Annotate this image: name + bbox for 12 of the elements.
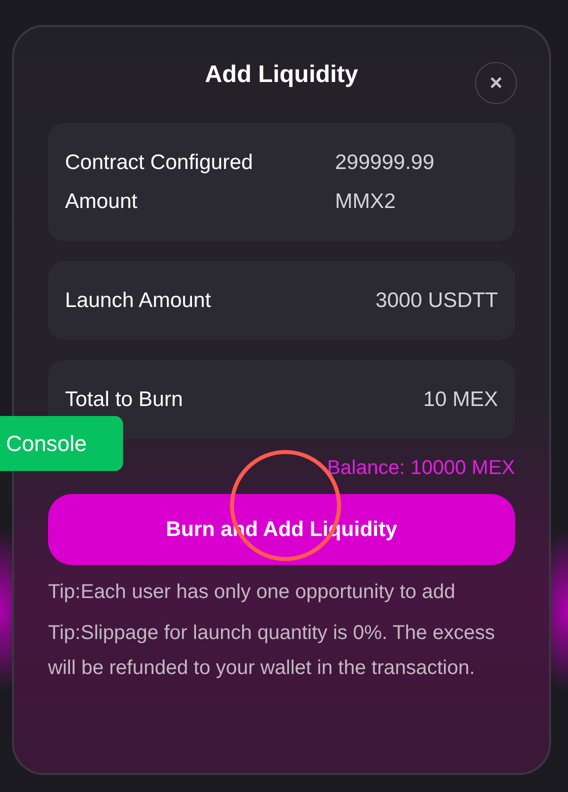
- info-value: 3000 USDTT: [375, 288, 498, 314]
- tip-text: Tip:Slippage for launch quantity is 0%. The excess will be refunded to your wallet in the transaction.: [48, 621, 496, 681]
- close-button[interactable]: ×: [475, 62, 517, 104]
- dialog-title: Add Liquidity: [204, 61, 358, 89]
- info-value: 299999.99 MMX2: [335, 150, 436, 215]
- balance-text: Balance: 10000 MEX: [326, 457, 515, 480]
- info-label: Launch Amount: [65, 288, 211, 314]
- info-label: Contract Configured Amount: [65, 150, 254, 215]
- info-label: Total to Burn: [65, 387, 183, 413]
- tip-text: Tip:Each user has only one opportunity to add: [48, 580, 456, 605]
- console-button[interactable]: Console: [0, 416, 123, 471]
- info-value: 10 MEX: [423, 387, 498, 413]
